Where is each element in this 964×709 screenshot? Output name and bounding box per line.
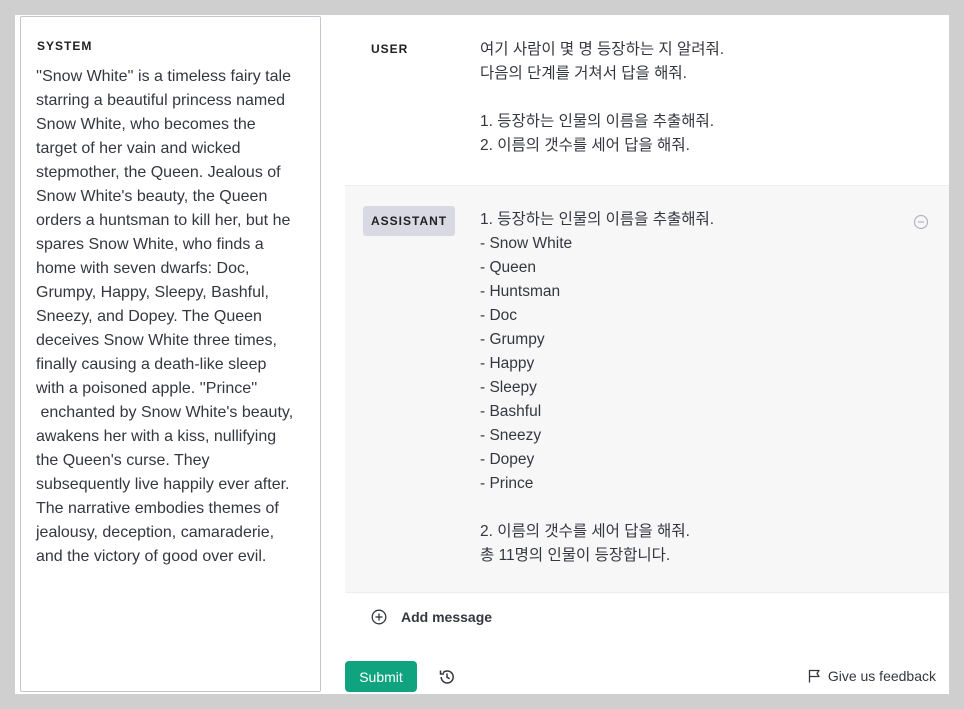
user-role-badge[interactable]: USER <box>363 34 416 64</box>
system-panel[interactable]: SYSTEM ''Snow White'' is a timeless fair… <box>20 16 321 692</box>
submit-button[interactable]: Submit <box>345 661 417 692</box>
minus-circle-icon[interactable] <box>913 214 929 230</box>
feedback-label: Give us feedback <box>827 668 936 684</box>
assistant-message-text[interactable]: 1. 등장하는 인물의 이름을 추출해줘. - Snow White - Que… <box>480 208 714 568</box>
add-message-button[interactable]: Add message <box>371 609 492 625</box>
plus-circle-icon <box>371 609 387 625</box>
assistant-message: ASSISTANT 1. 등장하는 인물의 이름을 추출해줘. - Snow W… <box>345 185 949 593</box>
playground-frame: SYSTEM ''Snow White'' is a timeless fair… <box>15 15 949 694</box>
feedback-link[interactable]: Give us feedback <box>808 668 936 684</box>
user-message: USER 여기 사람이 몇 명 등장하는 지 알려줘. 다음의 단계를 거쳐서 … <box>345 15 949 185</box>
system-prompt-text[interactable]: ''Snow White'' is a timeless fairy tale … <box>36 65 305 569</box>
bottom-bar: Submit Give us feedback <box>345 661 949 694</box>
flag-icon <box>808 669 820 683</box>
system-label: SYSTEM <box>37 39 93 53</box>
chat-area: USER 여기 사람이 몇 명 등장하는 지 알려줘. 다음의 단계를 거쳐서 … <box>345 15 949 694</box>
user-message-text[interactable]: 여기 사람이 몇 명 등장하는 지 알려줘. 다음의 단계를 거쳐서 답을 해줘… <box>480 38 724 158</box>
add-message-label: Add message <box>401 609 493 625</box>
assistant-role-badge[interactable]: ASSISTANT <box>363 206 456 236</box>
history-icon[interactable] <box>437 667 457 687</box>
